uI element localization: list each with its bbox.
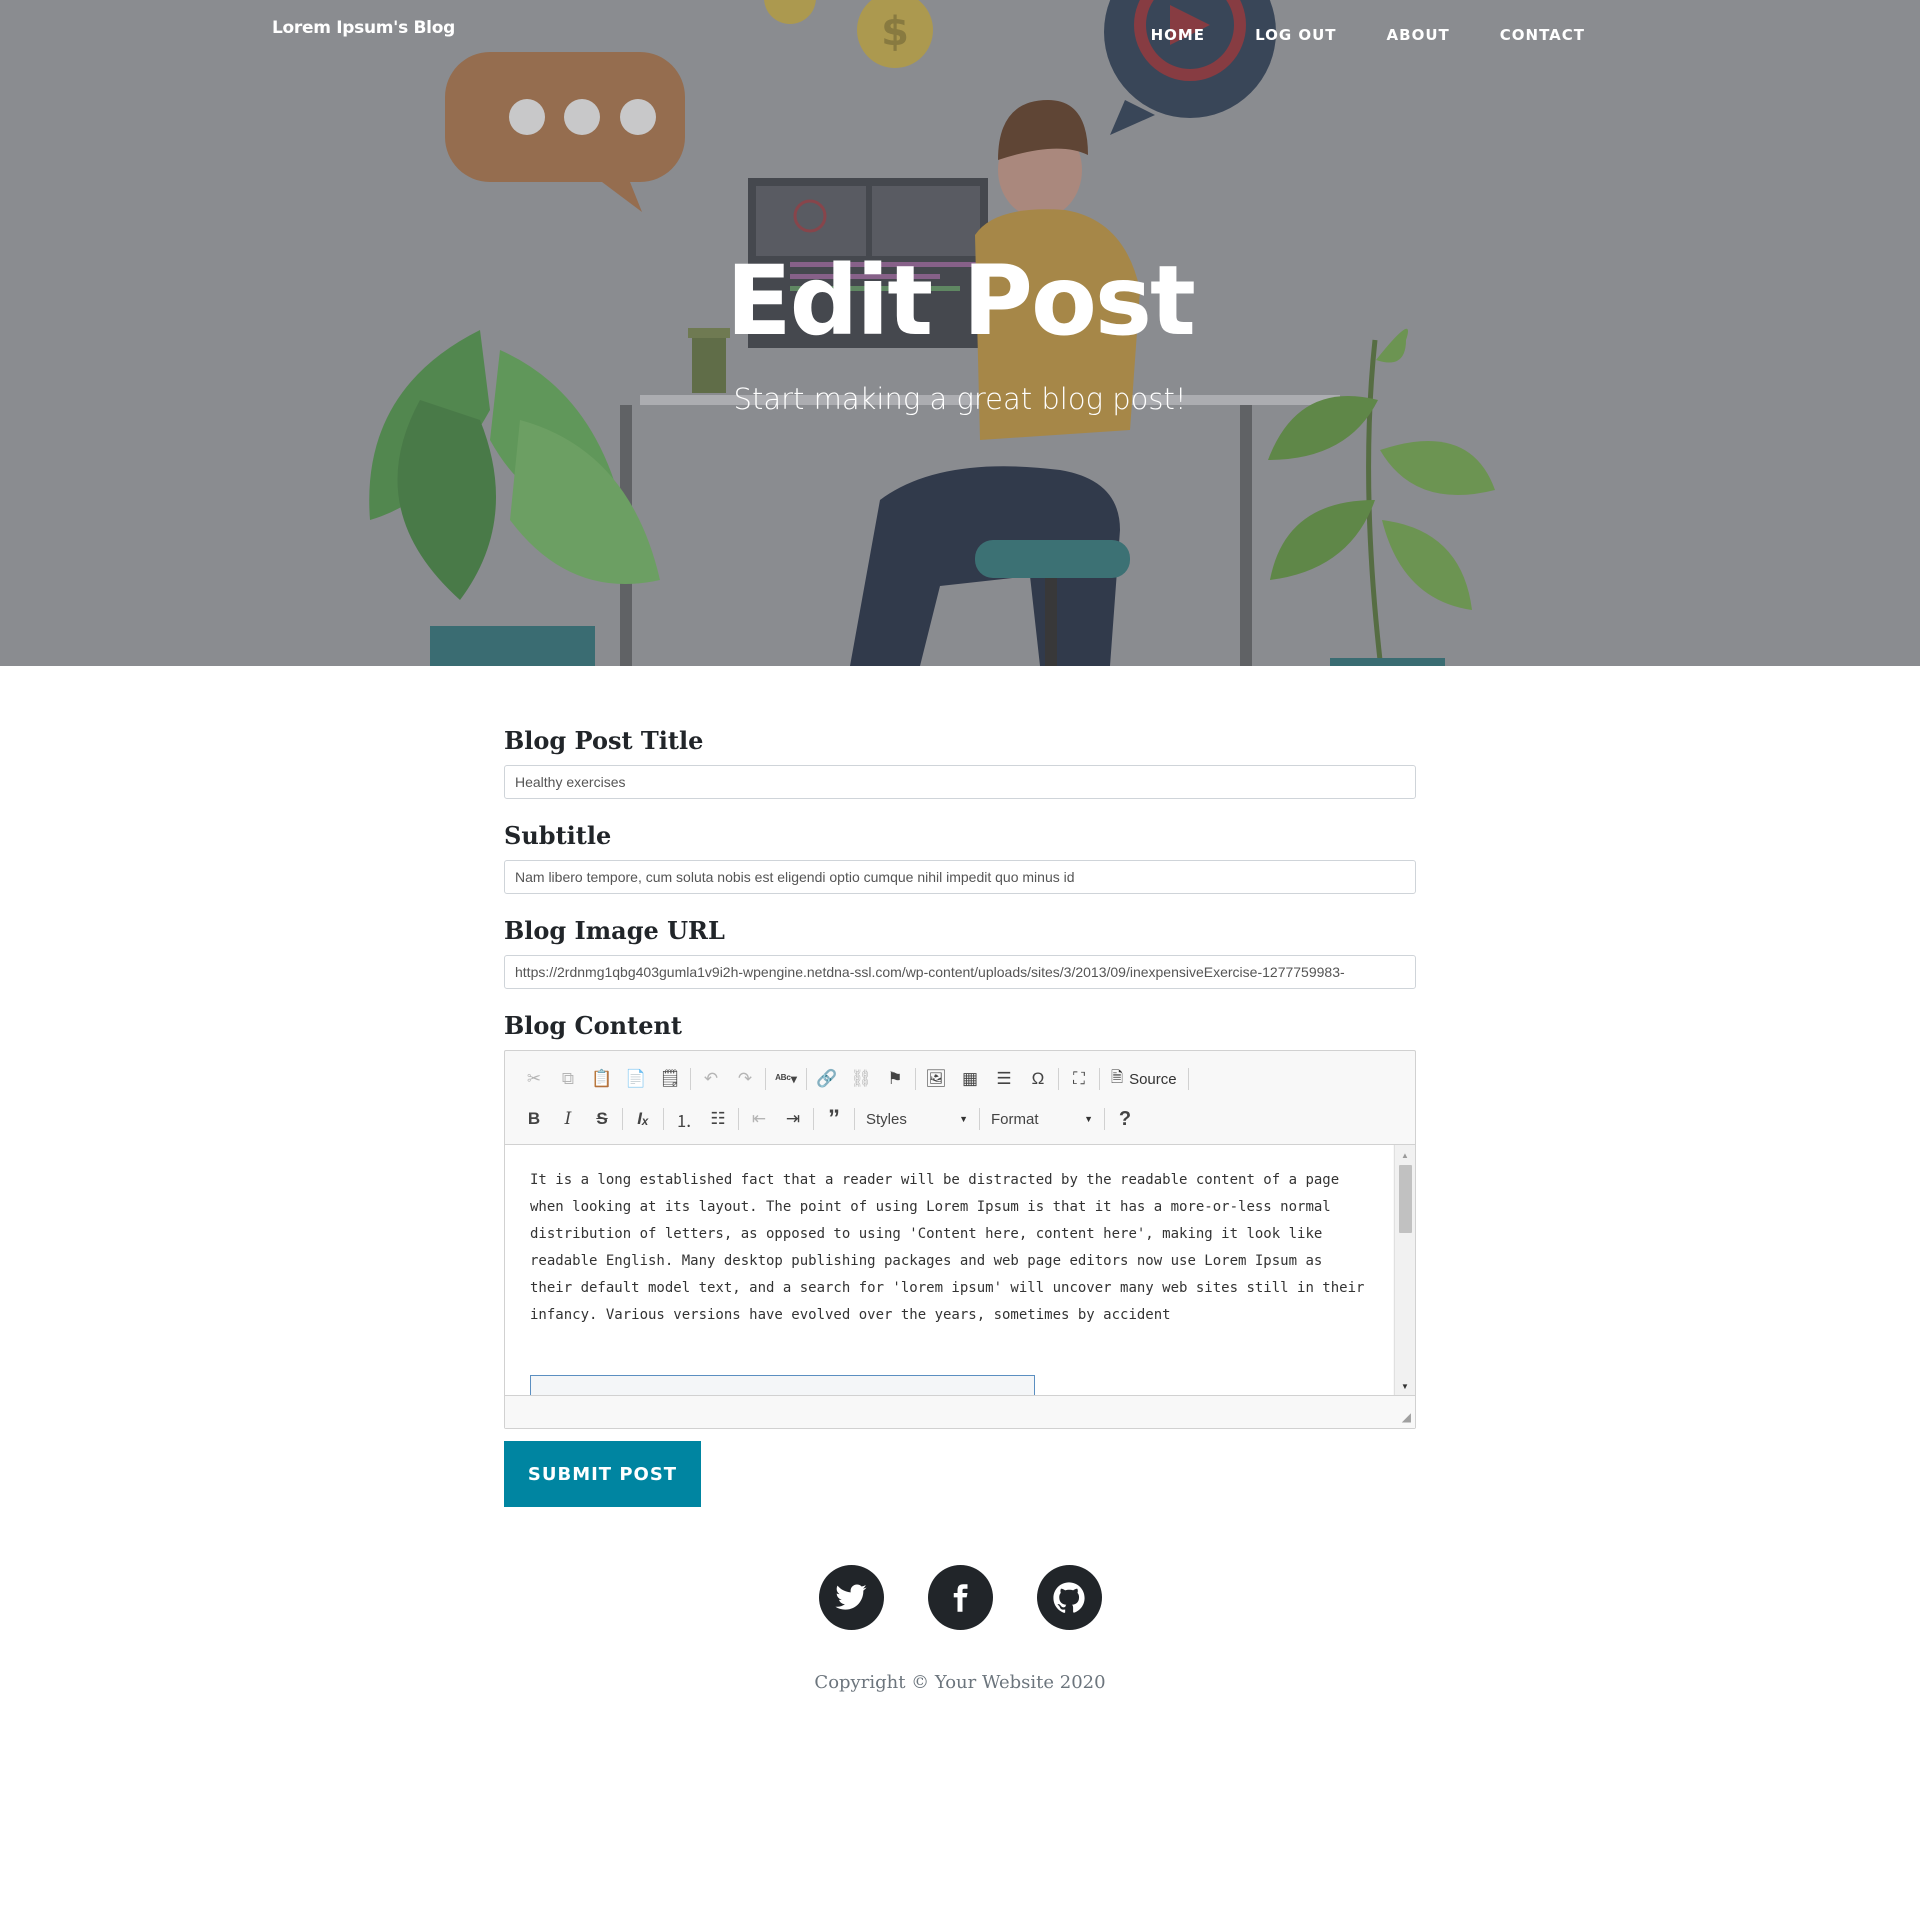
toolbar-separator bbox=[854, 1108, 855, 1130]
format-label: Format bbox=[991, 1110, 1039, 1128]
toolbar-separator bbox=[690, 1068, 691, 1090]
title-label: Blog Post Title bbox=[504, 726, 704, 755]
toolbar-separator bbox=[915, 1068, 916, 1090]
image-url-input[interactable]: https://2rdnmg1qbg403gumla1v9i2h-wpengin… bbox=[504, 955, 1416, 989]
submit-post-button[interactable]: SUBMIT POST bbox=[504, 1441, 701, 1507]
spellcheck-icon[interactable]: ᴬᴮᶜ▾ bbox=[769, 1064, 803, 1094]
image-url-label: Blog Image URL bbox=[504, 916, 725, 945]
editor-scrollbar[interactable]: ▲ ▼ bbox=[1394, 1145, 1415, 1397]
chevron-down-icon: ▼ bbox=[959, 1114, 968, 1124]
editor-embedded-block[interactable] bbox=[530, 1375, 1035, 1397]
twitter-link[interactable] bbox=[818, 1565, 884, 1630]
bold-icon[interactable]: B bbox=[517, 1104, 551, 1134]
brand-link[interactable]: Lorem Ipsum's Blog bbox=[272, 18, 455, 38]
rich-text-editor: ✂ ⧉ 📋 📄 🗒 ↶ ↷ ᴬᴮᶜ▾ 🔗 ⛓ ⚑ 🖼 ▦ ☰ Ω ⛶ 🗎 Sou… bbox=[504, 1050, 1416, 1429]
cut-icon[interactable]: ✂ bbox=[517, 1064, 551, 1094]
link-icon[interactable]: 🔗 bbox=[810, 1064, 844, 1094]
paste-icon[interactable]: 📋 bbox=[585, 1064, 619, 1094]
toolbar-separator bbox=[765, 1068, 766, 1090]
copy-icon[interactable]: ⧉ bbox=[551, 1064, 585, 1094]
undo-icon[interactable]: ↶ bbox=[694, 1064, 728, 1094]
toolbar-separator bbox=[813, 1108, 814, 1130]
page-title: Edit Post bbox=[726, 245, 1196, 357]
remove-format-icon[interactable]: Iₓ bbox=[626, 1104, 660, 1134]
editor-toolbar: ✂ ⧉ 📋 📄 🗒 ↶ ↷ ᴬᴮᶜ▾ 🔗 ⛓ ⚑ 🖼 ▦ ☰ Ω ⛶ 🗎 Sou… bbox=[505, 1051, 1415, 1145]
toolbar-separator bbox=[806, 1068, 807, 1090]
copyright-text: Copyright © Your Website 2020 bbox=[814, 1672, 1106, 1693]
format-dropdown[interactable]: Format ▼ bbox=[983, 1104, 1101, 1134]
resize-handle-icon[interactable]: ◢ bbox=[1402, 1410, 1411, 1424]
toolbar-separator bbox=[1104, 1108, 1105, 1130]
special-char-icon[interactable]: Ω bbox=[1021, 1064, 1055, 1094]
scrollbar-thumb[interactable] bbox=[1399, 1165, 1412, 1233]
source-button[interactable]: 🗎 Source bbox=[1103, 1064, 1185, 1094]
nav-about[interactable]: ABOUT bbox=[1362, 26, 1475, 44]
strike-icon[interactable]: S bbox=[585, 1104, 619, 1134]
social-links bbox=[0, 1565, 1920, 1630]
page-subtitle: Start making a great blog post! bbox=[733, 382, 1187, 416]
facebook-link[interactable] bbox=[927, 1565, 993, 1630]
scroll-up-arrow-icon[interactable]: ▲ bbox=[1401, 1151, 1409, 1160]
table-icon[interactable]: ▦ bbox=[953, 1064, 987, 1094]
title-input[interactable]: Healthy exercises bbox=[504, 765, 1416, 799]
toolbar-row-2: B I S Iₓ ⒈ ☷ ⇤ ⇥ ” Styles ▼ Format ▼ ? bbox=[517, 1099, 1403, 1139]
source-label: Source bbox=[1129, 1070, 1177, 1088]
paste-word-icon[interactable]: 🗒 bbox=[653, 1064, 687, 1094]
toolbar-separator bbox=[1058, 1068, 1059, 1090]
github-link[interactable] bbox=[1036, 1565, 1102, 1630]
editor-content-text[interactable]: It is a long established fact that a rea… bbox=[505, 1145, 1393, 1329]
facebook-icon bbox=[953, 1583, 968, 1612]
nav-contact[interactable]: CONTACT bbox=[1475, 26, 1610, 44]
bulleted-list-icon[interactable]: ☷ bbox=[701, 1104, 735, 1134]
source-icon: 🗎 bbox=[1111, 1068, 1124, 1086]
subtitle-input[interactable]: Nam libero tempore, cum soluta nobis est… bbox=[504, 860, 1416, 894]
numbered-list-icon[interactable]: ⒈ bbox=[667, 1104, 701, 1134]
styles-label: Styles bbox=[866, 1110, 907, 1128]
help-icon[interactable]: ? bbox=[1108, 1104, 1142, 1134]
nav-home[interactable]: HOME bbox=[1126, 26, 1230, 44]
italic-icon[interactable]: I bbox=[551, 1104, 585, 1134]
horizontal-line-icon[interactable]: ☰ bbox=[987, 1064, 1021, 1094]
twitter-icon bbox=[835, 1584, 867, 1610]
paste-text-icon[interactable]: 📄 bbox=[619, 1064, 653, 1094]
scroll-down-arrow-icon[interactable]: ▼ bbox=[1401, 1382, 1409, 1391]
toolbar-row-1: ✂ ⧉ 📋 📄 🗒 ↶ ↷ ᴬᴮᶜ▾ 🔗 ⛓ ⚑ 🖼 ▦ ☰ Ω ⛶ 🗎 Sou… bbox=[517, 1059, 1403, 1099]
outdent-icon[interactable]: ⇤ bbox=[742, 1104, 776, 1134]
main-nav: HOME LOG OUT ABOUT CONTACT bbox=[1126, 26, 1610, 44]
styles-dropdown[interactable]: Styles ▼ bbox=[858, 1104, 976, 1134]
subtitle-label: Subtitle bbox=[504, 821, 612, 850]
image-icon[interactable]: 🖼 bbox=[919, 1064, 953, 1094]
chevron-down-icon: ▼ bbox=[1084, 1114, 1093, 1124]
edit-post-form: Blog Post Title Healthy exercises Subtit… bbox=[504, 726, 1416, 1507]
editor-status-bar: ◢ bbox=[505, 1395, 1415, 1428]
toolbar-separator bbox=[663, 1108, 664, 1130]
anchor-flag-icon[interactable]: ⚑ bbox=[878, 1064, 912, 1094]
toolbar-separator bbox=[1099, 1068, 1100, 1090]
editor-content-area[interactable]: It is a long established fact that a rea… bbox=[505, 1145, 1393, 1397]
toolbar-separator bbox=[1187, 1068, 1189, 1090]
maximize-icon[interactable]: ⛶ bbox=[1062, 1064, 1096, 1094]
blockquote-icon[interactable]: ” bbox=[817, 1104, 851, 1134]
toolbar-separator bbox=[622, 1108, 623, 1130]
content-label: Blog Content bbox=[504, 1011, 682, 1040]
toolbar-separator bbox=[738, 1108, 739, 1130]
toolbar-separator bbox=[979, 1108, 980, 1130]
indent-icon[interactable]: ⇥ bbox=[776, 1104, 810, 1134]
unlink-icon[interactable]: ⛓ bbox=[844, 1064, 878, 1094]
github-icon bbox=[1053, 1581, 1085, 1613]
redo-icon[interactable]: ↷ bbox=[728, 1064, 762, 1094]
hero-header: $ Lorem Ipsum's Blog HOME LOG OUT ABOUT … bbox=[0, 0, 1920, 666]
nav-log-out[interactable]: LOG OUT bbox=[1230, 26, 1361, 44]
